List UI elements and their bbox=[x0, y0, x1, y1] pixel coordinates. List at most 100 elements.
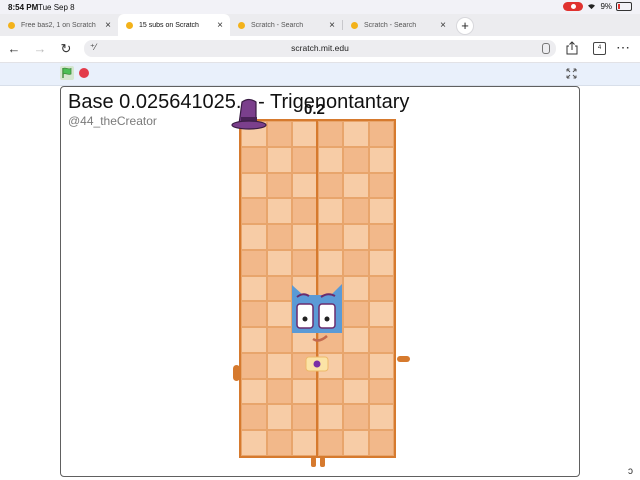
block-cell bbox=[292, 224, 318, 250]
scratch-favicon-icon bbox=[238, 21, 245, 29]
block-cell bbox=[343, 301, 369, 328]
block-cell bbox=[368, 352, 394, 379]
project-author: @44_theCreator bbox=[68, 114, 157, 128]
block-cell bbox=[266, 146, 292, 173]
block-cell bbox=[292, 121, 318, 147]
scratch-favicon-icon bbox=[351, 21, 358, 29]
block-cell bbox=[292, 404, 318, 431]
close-icon[interactable]: × bbox=[102, 20, 114, 31]
block-cell bbox=[241, 146, 267, 173]
block-cell bbox=[266, 327, 292, 353]
numberblock-face bbox=[292, 284, 342, 372]
tab-strip: Free bas2, 1 on Scratch × 15 subs on Scr… bbox=[0, 14, 640, 36]
block-cell bbox=[317, 404, 343, 431]
tab-scratch-search-1[interactable]: Scratch - Search × bbox=[230, 14, 342, 36]
block-cell bbox=[317, 224, 343, 250]
block-cell bbox=[343, 378, 369, 405]
block-cell bbox=[368, 121, 394, 147]
block-cell bbox=[241, 198, 267, 225]
close-icon[interactable]: × bbox=[437, 20, 449, 31]
block-cell bbox=[343, 121, 369, 147]
reload-icon[interactable]: ↻ bbox=[58, 41, 74, 57]
block-cell bbox=[368, 172, 394, 199]
browser-toolbar: ← → ↻ ⁺⁄ scratch.mit.edu bbox=[0, 36, 640, 63]
block-cell bbox=[368, 224, 394, 250]
block-cell bbox=[317, 249, 343, 276]
player-controls bbox=[0, 63, 640, 86]
block-cell bbox=[343, 327, 369, 353]
new-tab-button[interactable]: + bbox=[456, 17, 474, 35]
scratch-favicon-icon bbox=[126, 21, 133, 29]
stop-icon[interactable] bbox=[79, 68, 89, 78]
forward-arrow-icon[interactable]: → bbox=[32, 41, 48, 57]
corner-glyph-icon: ↄ bbox=[628, 466, 633, 477]
block-cell bbox=[241, 352, 267, 379]
back-arrow-icon[interactable]: ← bbox=[6, 41, 22, 57]
block-cell bbox=[266, 378, 292, 405]
block-cell bbox=[368, 249, 394, 276]
tab-scratch-search-2[interactable]: Scratch - Search × bbox=[343, 14, 453, 36]
status-indicators: 9% bbox=[563, 2, 632, 11]
block-cell bbox=[241, 224, 267, 250]
block-cell bbox=[368, 327, 394, 353]
block-cell bbox=[317, 378, 343, 405]
close-icon[interactable]: × bbox=[214, 20, 226, 31]
close-icon[interactable]: × bbox=[326, 20, 338, 31]
block-cell bbox=[241, 430, 267, 456]
fullscreen-icon[interactable] bbox=[566, 68, 577, 79]
status-date: Tue Sep 8 bbox=[38, 3, 75, 12]
address-bar[interactable]: ⁺⁄ scratch.mit.edu bbox=[84, 40, 556, 57]
block-cell bbox=[266, 224, 292, 250]
more-icon[interactable]: ⋯ bbox=[616, 40, 630, 55]
block-cell bbox=[343, 404, 369, 431]
block-value-label: 0.2 bbox=[304, 101, 325, 118]
share-icon[interactable] bbox=[566, 41, 578, 55]
block-cell bbox=[266, 275, 292, 302]
tabs-overview-icon[interactable]: 4 bbox=[593, 42, 606, 55]
block-cell bbox=[343, 198, 369, 225]
block-cell bbox=[292, 146, 318, 173]
block-cell bbox=[241, 404, 267, 431]
block-cell bbox=[343, 249, 369, 276]
block-cell bbox=[266, 249, 292, 276]
block-cell bbox=[292, 172, 318, 199]
block-cell bbox=[317, 198, 343, 225]
tab-title: Scratch - Search bbox=[364, 21, 417, 29]
url-text: scratch.mit.edu bbox=[291, 43, 349, 53]
block-cell bbox=[343, 352, 369, 379]
block-cell bbox=[368, 301, 394, 328]
tab-title: Scratch - Search bbox=[251, 21, 304, 29]
block-cell bbox=[241, 301, 267, 328]
battery-percent: 9% bbox=[600, 2, 612, 11]
block-cell bbox=[317, 121, 343, 147]
block-cell bbox=[292, 378, 318, 405]
battery-icon bbox=[616, 2, 632, 11]
block-cell bbox=[368, 378, 394, 405]
tab-title: Free bas2, 1 on Scratch bbox=[21, 21, 96, 29]
block-cell bbox=[266, 198, 292, 225]
block-cell bbox=[317, 430, 343, 456]
block-cell bbox=[343, 430, 369, 456]
tab-title: 15 subs on Scratch bbox=[139, 21, 199, 29]
block-cell bbox=[241, 275, 267, 302]
block-cell bbox=[343, 146, 369, 173]
block-cell bbox=[368, 430, 394, 456]
right-arm bbox=[397, 356, 410, 362]
block-cell bbox=[266, 121, 292, 147]
block-cell bbox=[241, 249, 267, 276]
block-cell bbox=[266, 172, 292, 199]
block-cell bbox=[368, 275, 394, 302]
block-cell bbox=[343, 275, 369, 302]
block-cell bbox=[317, 146, 343, 173]
microphone-icon[interactable] bbox=[542, 43, 550, 54]
scratch-favicon-icon bbox=[8, 21, 15, 29]
wifi-icon bbox=[588, 4, 596, 10]
green-flag-icon[interactable] bbox=[60, 66, 74, 80]
block-cell bbox=[317, 172, 343, 199]
top-hat-icon bbox=[231, 98, 267, 130]
tab-free-bas2[interactable]: Free bas2, 1 on Scratch × bbox=[0, 14, 118, 36]
tab-15-subs[interactable]: 15 subs on Scratch × bbox=[118, 14, 230, 36]
block-cell bbox=[266, 352, 292, 379]
block-cell bbox=[368, 198, 394, 225]
block-cell bbox=[343, 172, 369, 199]
